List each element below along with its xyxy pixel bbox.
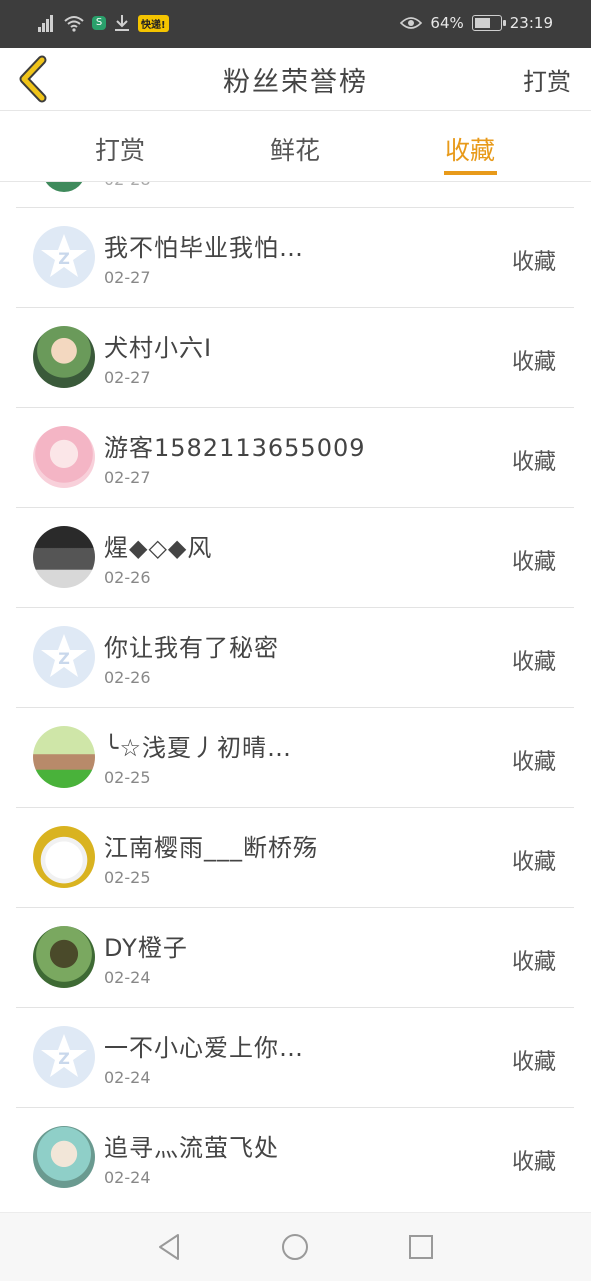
item-username: 煋◆◇◆风 [104, 534, 213, 562]
item-date: 02-24 [104, 1168, 151, 1187]
avatar [33, 326, 95, 388]
list-item[interactable]: ╰☆浅夏丿初晴… 02-25 收藏 [16, 707, 574, 807]
svg-text:Z: Z [58, 649, 70, 668]
battery-level-fill [474, 18, 491, 28]
avatar [33, 926, 95, 988]
item-action-label: 收藏 [511, 350, 556, 375]
tab-favorites[interactable]: 收藏 [430, 131, 510, 167]
avatar [43, 182, 85, 192]
list-item[interactable]: DY橙子 02-24 收藏 [16, 907, 574, 1007]
item-action-label: 收藏 [511, 250, 556, 275]
status-right-icons: 64% 23:19 [400, 14, 553, 32]
item-action-label: 收藏 [511, 550, 556, 575]
notification-app-icon: S [92, 16, 106, 30]
item-date: 02-26 [104, 668, 151, 687]
item-username: 我不怕毕业我怕… [104, 234, 304, 262]
avatar [33, 726, 95, 788]
list-item[interactable]: 煋◆◇◆风 02-26 收藏 [16, 507, 574, 607]
item-date: 02-28 [104, 182, 151, 189]
avatar [33, 826, 95, 888]
item-action-label: 收藏 [511, 850, 556, 875]
item-date: 02-27 [104, 268, 151, 287]
eye-comfort-icon [400, 17, 423, 29]
app-header: 粉丝荣誉榜 打赏 [0, 48, 591, 111]
page-title: 粉丝荣誉榜 [223, 67, 368, 98]
item-date: 02-27 [104, 468, 151, 487]
list-item[interactable]: Z 一不小心爱上你… 02-24 收藏 [16, 1007, 574, 1107]
item-date: 02-27 [104, 368, 151, 387]
item-username: 犬村小六I [104, 334, 213, 362]
item-action-label: 收藏 [511, 750, 556, 775]
system-nav-bar [0, 1212, 591, 1281]
default-avatar-icon: Z [33, 1026, 95, 1088]
item-action-label: 收藏 [511, 650, 556, 675]
battery-percent: 64% [430, 14, 464, 32]
item-username: 游客1582113655009 [104, 434, 366, 462]
list-item-partial[interactable]: 02-28 [16, 182, 574, 208]
tab-bar: 打赏 鲜花 收藏 [0, 111, 591, 182]
download-icon [115, 15, 129, 31]
active-tab-indicator [444, 171, 497, 175]
list-item[interactable]: Z 我不怕毕业我怕… 02-27 收藏 [16, 207, 574, 307]
clock: 23:19 [509, 14, 553, 32]
item-username: ╰☆浅夏丿初晴… [104, 734, 292, 762]
item-username: 你让我有了秘密 [104, 634, 279, 662]
item-date: 02-24 [104, 968, 151, 987]
item-username: 一不小心爱上你… [104, 1034, 304, 1062]
item-action-label: 收藏 [511, 1050, 556, 1075]
wifi-icon [64, 16, 84, 32]
avatar [33, 1126, 95, 1188]
app-notification-badge: 快递! [138, 14, 169, 32]
reward-button[interactable]: 打赏 [523, 62, 571, 97]
item-action-label: 收藏 [511, 1150, 556, 1175]
svg-text:Z: Z [58, 249, 70, 268]
nav-recents-icon[interactable] [407, 1233, 435, 1261]
nav-back-icon[interactable] [156, 1233, 184, 1261]
list-item[interactable]: Z 你让我有了秘密 02-26 收藏 [16, 607, 574, 707]
default-avatar-icon: Z [33, 226, 95, 288]
item-username: 江南樱雨___断桥殇 [104, 834, 318, 862]
item-username: DY橙子 [104, 934, 188, 962]
tab-reward[interactable]: 打赏 [80, 131, 160, 167]
item-date: 02-24 [104, 1068, 151, 1087]
nav-home-icon[interactable] [281, 1233, 309, 1261]
default-avatar-icon: Z [33, 626, 95, 688]
avatar [33, 426, 95, 488]
item-date: 02-25 [104, 768, 151, 787]
battery-icon [471, 15, 506, 31]
list-item[interactable]: 犬村小六I 02-27 收藏 [16, 307, 574, 407]
fan-list: 02-28 Z我不怕毕业我怕…02-27收藏犬村小六I02-27收藏游客1582… [16, 182, 574, 1212]
avatar [33, 526, 95, 588]
item-date: 02-26 [104, 568, 151, 587]
item-username: 追寻灬流萤飞处 [104, 1134, 279, 1162]
item-action-label: 收藏 [511, 450, 556, 475]
status-bar: S 快递! 64% 23:19 [0, 0, 591, 48]
list-item[interactable]: 江南樱雨___断桥殇 02-25 收藏 [16, 807, 574, 907]
status-left-icons: S 快递! [38, 14, 169, 32]
svg-text:Z: Z [58, 1049, 70, 1068]
tab-flowers[interactable]: 鲜花 [255, 131, 335, 167]
item-date: 02-25 [104, 868, 151, 887]
list-item[interactable]: 追寻灬流萤飞处 02-24 收藏 [16, 1107, 574, 1207]
item-action-label: 收藏 [511, 950, 556, 975]
list-item[interactable]: 游客1582113655009 02-27 收藏 [16, 407, 574, 507]
cellular-signal-icon [38, 14, 56, 32]
